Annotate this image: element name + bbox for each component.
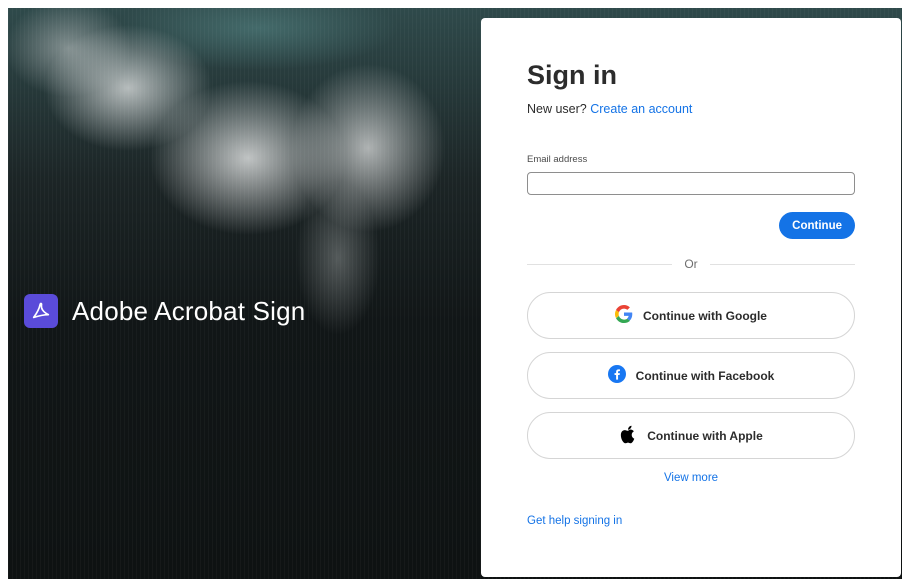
facebook-label: Continue with Facebook [635,368,775,383]
email-field[interactable] [527,172,855,195]
divider-text: Or [684,257,698,271]
new-user-row: New user? Create an account [527,102,855,116]
or-divider: Or [527,257,855,271]
page-title: Sign in [527,60,617,90]
facebook-icon [607,365,626,386]
continue-with-facebook-button[interactable]: Continue with Facebook [527,352,855,399]
social-login-group: Continue with Google Continue with Faceb… [527,292,855,459]
apple-icon [619,424,637,447]
new-user-text: New user? [527,102,587,116]
acrobat-logo-icon [24,294,58,328]
get-help-link[interactable]: Get help signing in [527,515,855,527]
continue-with-google-button[interactable]: Continue with Google [527,292,855,339]
view-more-link[interactable]: View more [527,472,855,484]
continue-with-apple-button[interactable]: Continue with Apple [527,412,855,459]
brand-name: Adobe Acrobat Sign [72,295,306,326]
divider-line-right [709,263,855,265]
create-account-link[interactable]: Create an account [590,102,692,116]
google-icon [615,305,633,326]
brand-lockup: Adobe Acrobat Sign [24,294,305,328]
google-label: Continue with Google [643,308,767,323]
sign-in-panel: Sign in New user? Create an account Emai… [481,18,901,577]
continue-button[interactable]: Continue [779,212,855,239]
divider-line-left [527,263,673,265]
apple-label: Continue with Apple [647,428,763,443]
continue-row: Continue [527,212,855,239]
email-label: Email address [527,154,588,165]
